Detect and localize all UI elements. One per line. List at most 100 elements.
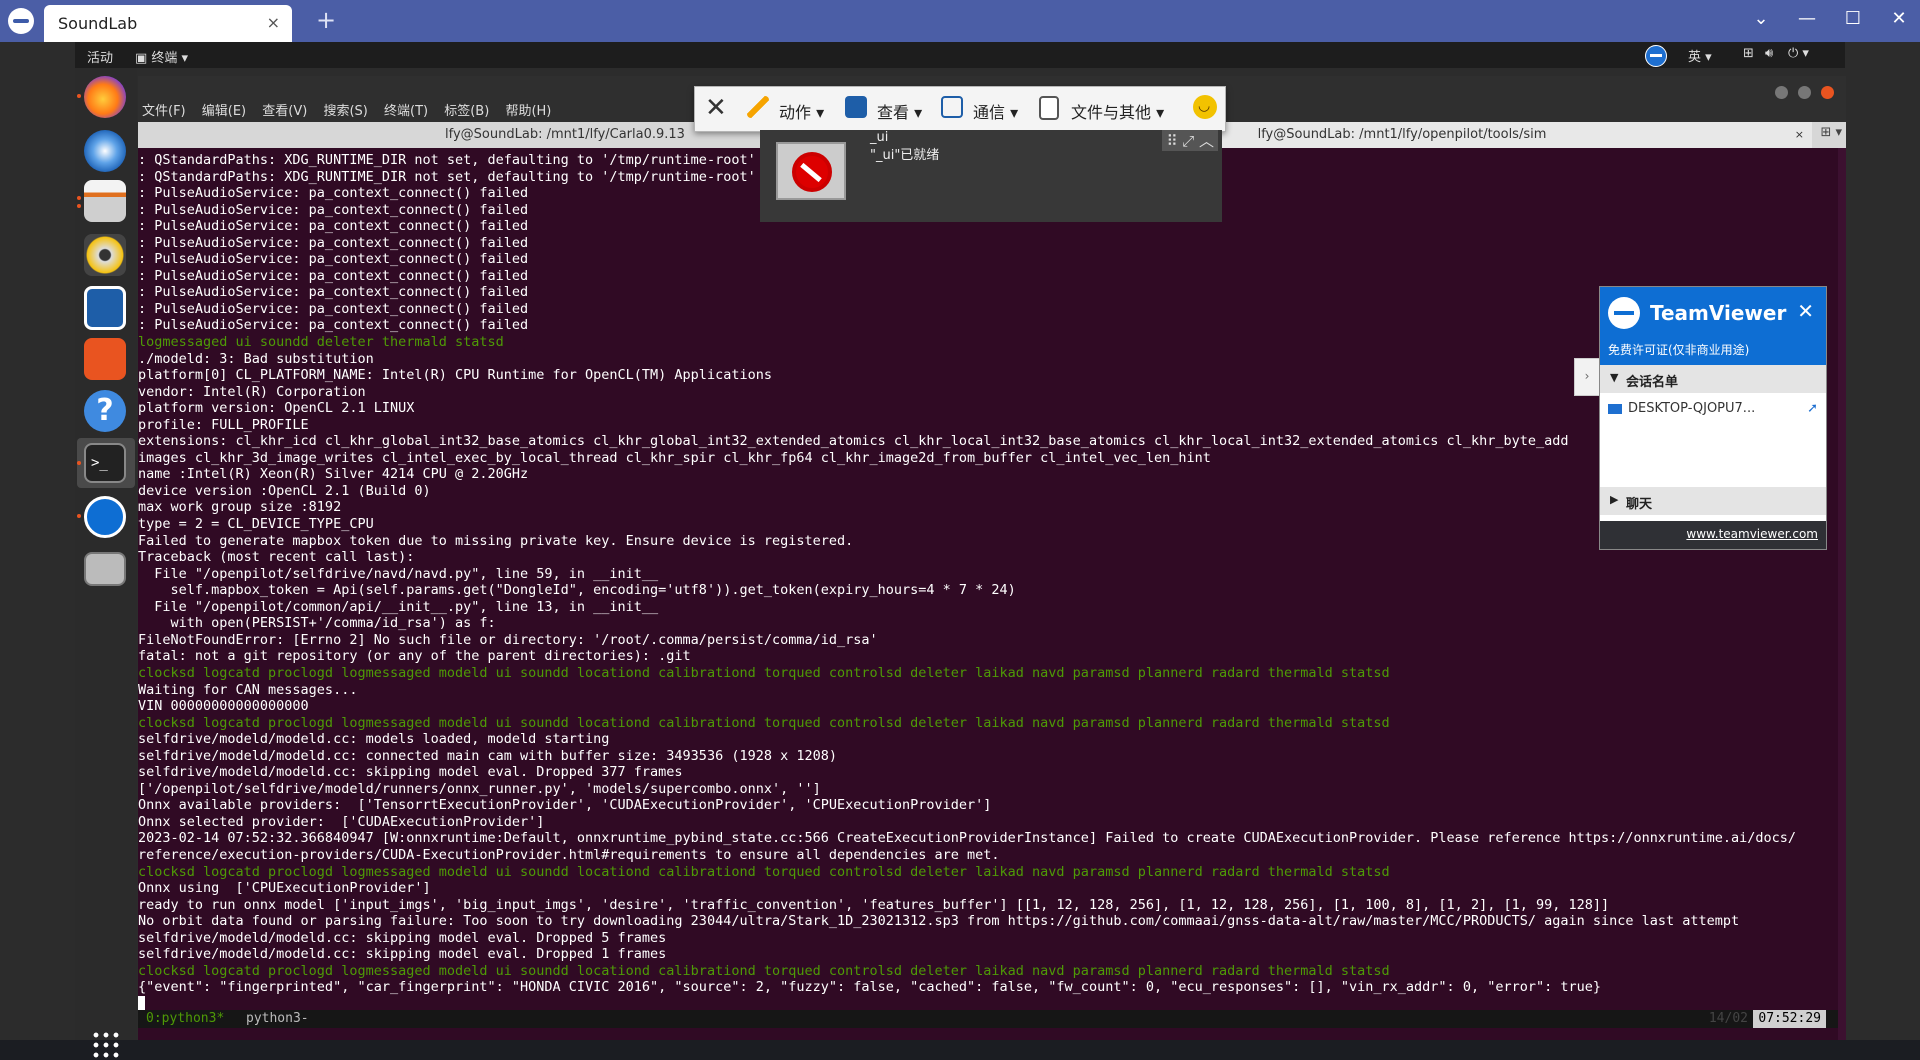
notify-line-2: "_ui"已就绪 <box>870 148 940 163</box>
teamviewer-logo-icon <box>8 8 34 34</box>
running-indicator <box>77 196 81 200</box>
section-chat[interactable]: ▶ 聊天 <box>1600 487 1826 515</box>
volume-icon[interactable]: 🔊︎ <box>1765 46 1773 61</box>
tab-soundlab[interactable]: SoundLab × <box>44 5 292 42</box>
communicate-menu[interactable]: 通信 ▾ <box>973 99 1018 123</box>
terminal-line: Onnx using ['CPUExecutionProvider'] <box>138 880 431 897</box>
maximize-button[interactable]: ☐ <box>1838 8 1868 29</box>
session-device-item[interactable]: DESKTOP-QJOPU7... <box>1608 401 1755 416</box>
section-label: 聊天 <box>1626 497 1653 512</box>
tab-close-icon[interactable]: × <box>1795 122 1804 148</box>
terminal-lines: : QStandardPaths: XDG_RUNTIME_DIR not se… <box>138 152 1846 1012</box>
menu-help[interactable]: 帮助(H) <box>505 104 551 119</box>
remote-desktop[interactable]: 活动 ▣ 终端 ▾ 英 ▾ ⊞ 🔊︎ ⏻ ▾ ? >_ 文件(F) 编辑(E) <box>0 42 1920 1060</box>
device-name: DESKTOP-QJOPU7... <box>1628 401 1756 416</box>
terminal-line: VIN 00000000000000000 <box>138 698 309 715</box>
software-center-icon[interactable] <box>84 338 126 380</box>
firefox-icon[interactable] <box>84 76 126 118</box>
panel-close-button[interactable]: ✕ <box>1797 299 1814 323</box>
show-apps-icon[interactable] <box>91 1030 121 1060</box>
files-extras-menu[interactable]: 文件与其他 ▾ <box>1071 99 1164 123</box>
rhythmbox-icon[interactable] <box>84 234 126 276</box>
menu-file[interactable]: 文件(F) <box>142 104 186 119</box>
tab-menu-icon[interactable]: ⊞ ▾ <box>1820 125 1842 140</box>
tmux-window-1[interactable]: python3- <box>246 1010 309 1028</box>
gnome-top-bar: 活动 ▣ 终端 ▾ 英 ▾ ⊞ 🔊︎ ⏻ ▾ <box>75 42 1845 68</box>
terminal-line: max work group size :8192 <box>138 499 342 516</box>
teamviewer-website-link[interactable]: www.teamviewer.com <box>1686 527 1818 541</box>
process-list-line: logmessaged ui soundd deleter thermald s… <box>138 334 504 351</box>
feedback-smiley-icon[interactable] <box>1193 95 1217 119</box>
terminal-line: platform version: OpenCL 2.1 LINUX <box>138 400 415 417</box>
file-transfer-icon <box>1039 96 1059 120</box>
terminal-line: selfdrive/modeld/modeld.cc: models loade… <box>138 731 610 748</box>
new-tab-button[interactable]: + <box>316 6 336 34</box>
teamviewer-dock-icon[interactable] <box>84 496 126 538</box>
minimize-button[interactable]: — <box>1792 8 1822 29</box>
minimize-button[interactable] <box>1774 86 1788 99</box>
input-method-indicator[interactable]: 英 ▾ <box>1688 46 1712 65</box>
help-icon[interactable]: ? <box>84 390 126 432</box>
terminal-output[interactable]: : QStandardPaths: XDG_RUNTIME_DIR not se… <box>138 148 1846 1040</box>
terminal-line: 2023-02-14 07:52:32.366840947 [W:onnxrun… <box>138 830 1797 847</box>
license-label: 免费许可证(仅非商业用途) <box>1608 343 1750 357</box>
terminal-line: Onnx selected provider: ['CUDAExecutionP… <box>138 813 545 830</box>
menu-edit[interactable]: 编辑(E) <box>202 104 246 119</box>
actions-menu[interactable]: 动作 ▾ <box>779 99 824 123</box>
menu-tabs[interactable]: 标签(B) <box>444 104 489 119</box>
notify-line-1: _ui <box>870 130 889 145</box>
terminal-line: selfdrive/modeld/modeld.cc: connected ma… <box>138 747 837 764</box>
terminal-line: File "/openpilot/common/api/__init__.py"… <box>138 598 659 615</box>
section-session-list[interactable]: ▼ 会话名单 <box>1600 365 1826 393</box>
terminal-line: FileNotFoundError: [Errno 2] No such fil… <box>138 631 878 648</box>
terminal-line: : PulseAudioService: pa_context_connect(… <box>138 300 529 317</box>
computer-icon <box>1608 403 1622 414</box>
running-indicator <box>77 514 81 518</box>
terminal-line: : PulseAudioService: pa_context_connect(… <box>138 317 529 334</box>
app-menu-terminal[interactable]: ▣ 终端 ▾ <box>135 47 188 66</box>
running-indicator <box>77 204 81 208</box>
view-menu[interactable]: 查看 ▾ <box>877 99 922 123</box>
power-menu[interactable]: ⏻ ▾ <box>1788 46 1809 61</box>
terminal-line: name :Intel(R) Xeon(R) Silver 4214 CPU @… <box>138 466 529 483</box>
process-list-line: clocksd logcatd proclogd logmessaged mod… <box>138 863 1390 880</box>
terminal-line: selfdrive/modeld/modeld.cc: skipping mod… <box>138 946 667 963</box>
terminal-icon[interactable]: >_ <box>84 443 126 483</box>
blocked-input-icon[interactable] <box>84 552 126 586</box>
network-icon[interactable]: ⊞ <box>1743 46 1754 61</box>
terminal-line: with open(PERSIST+'/comma/id_rsa') as f: <box>138 615 496 632</box>
menu-terminal[interactable]: 终端(T) <box>384 104 428 119</box>
panel-collapse-handle[interactable]: › <box>1574 358 1600 396</box>
close-button[interactable] <box>1821 86 1834 99</box>
running-indicator <box>77 461 81 465</box>
blocked-input-icon[interactable] <box>776 142 846 200</box>
files-icon[interactable] <box>84 180 126 222</box>
teamviewer-panel-header: TeamViewer ✕ 免费许可证(仅非商业用途) <box>1600 287 1826 365</box>
teamviewer-tray-icon[interactable] <box>1645 45 1667 67</box>
teamviewer-logo-icon <box>1608 297 1640 329</box>
tmux-window-0[interactable]: 0:python3* <box>146 1010 224 1028</box>
terminal-line: selfdrive/modeld/modeld.cc: skipping mod… <box>138 764 683 781</box>
notify-controls[interactable]: ⠿ ⤢ ︿ <box>1162 130 1218 151</box>
menu-view[interactable]: 查看(V) <box>262 104 307 119</box>
thunderbird-icon[interactable] <box>84 130 126 172</box>
panel-footer: www.teamviewer.com <box>1600 521 1826 549</box>
teamviewer-side-panel: TeamViewer ✕ 免费许可证(仅非商业用途) ▼ 会话名单 DESKTO… <box>1599 286 1827 550</box>
terminal-line: reference/execution-providers/CUDA-Execu… <box>138 846 1000 863</box>
terminal-line: File "/openpilot/selfdrive/navd/navd.py"… <box>138 565 659 582</box>
terminal-line: No orbit data found or parsing failure: … <box>138 913 1740 930</box>
activities-button[interactable]: 活动 <box>87 47 113 66</box>
menu-search[interactable]: 搜索(S) <box>323 104 367 119</box>
terminal-line: Onnx available providers: ['TensorrtExec… <box>138 797 992 814</box>
end-session-button[interactable]: ✕ <box>705 93 727 123</box>
close-window-button[interactable]: ✕ <box>1884 8 1914 29</box>
terminal-scrollbar[interactable] <box>1838 148 1846 1040</box>
tab-close-icon[interactable]: × <box>267 13 280 32</box>
terminal-line: ready to run onnx model ['input_imgs', '… <box>138 896 1610 913</box>
maximize-button[interactable] <box>1797 86 1811 99</box>
terminal-line: {"event": "fingerprinted", "car_fingerpr… <box>138 979 1601 996</box>
writer-icon[interactable] <box>84 286 126 330</box>
app-menu-label: 终端 ▾ <box>151 51 189 66</box>
chevron-down-icon[interactable]: ⌄ <box>1746 8 1776 29</box>
terminal-line: ['/openpilot/selfdrive/modeld/runners/on… <box>138 780 821 797</box>
